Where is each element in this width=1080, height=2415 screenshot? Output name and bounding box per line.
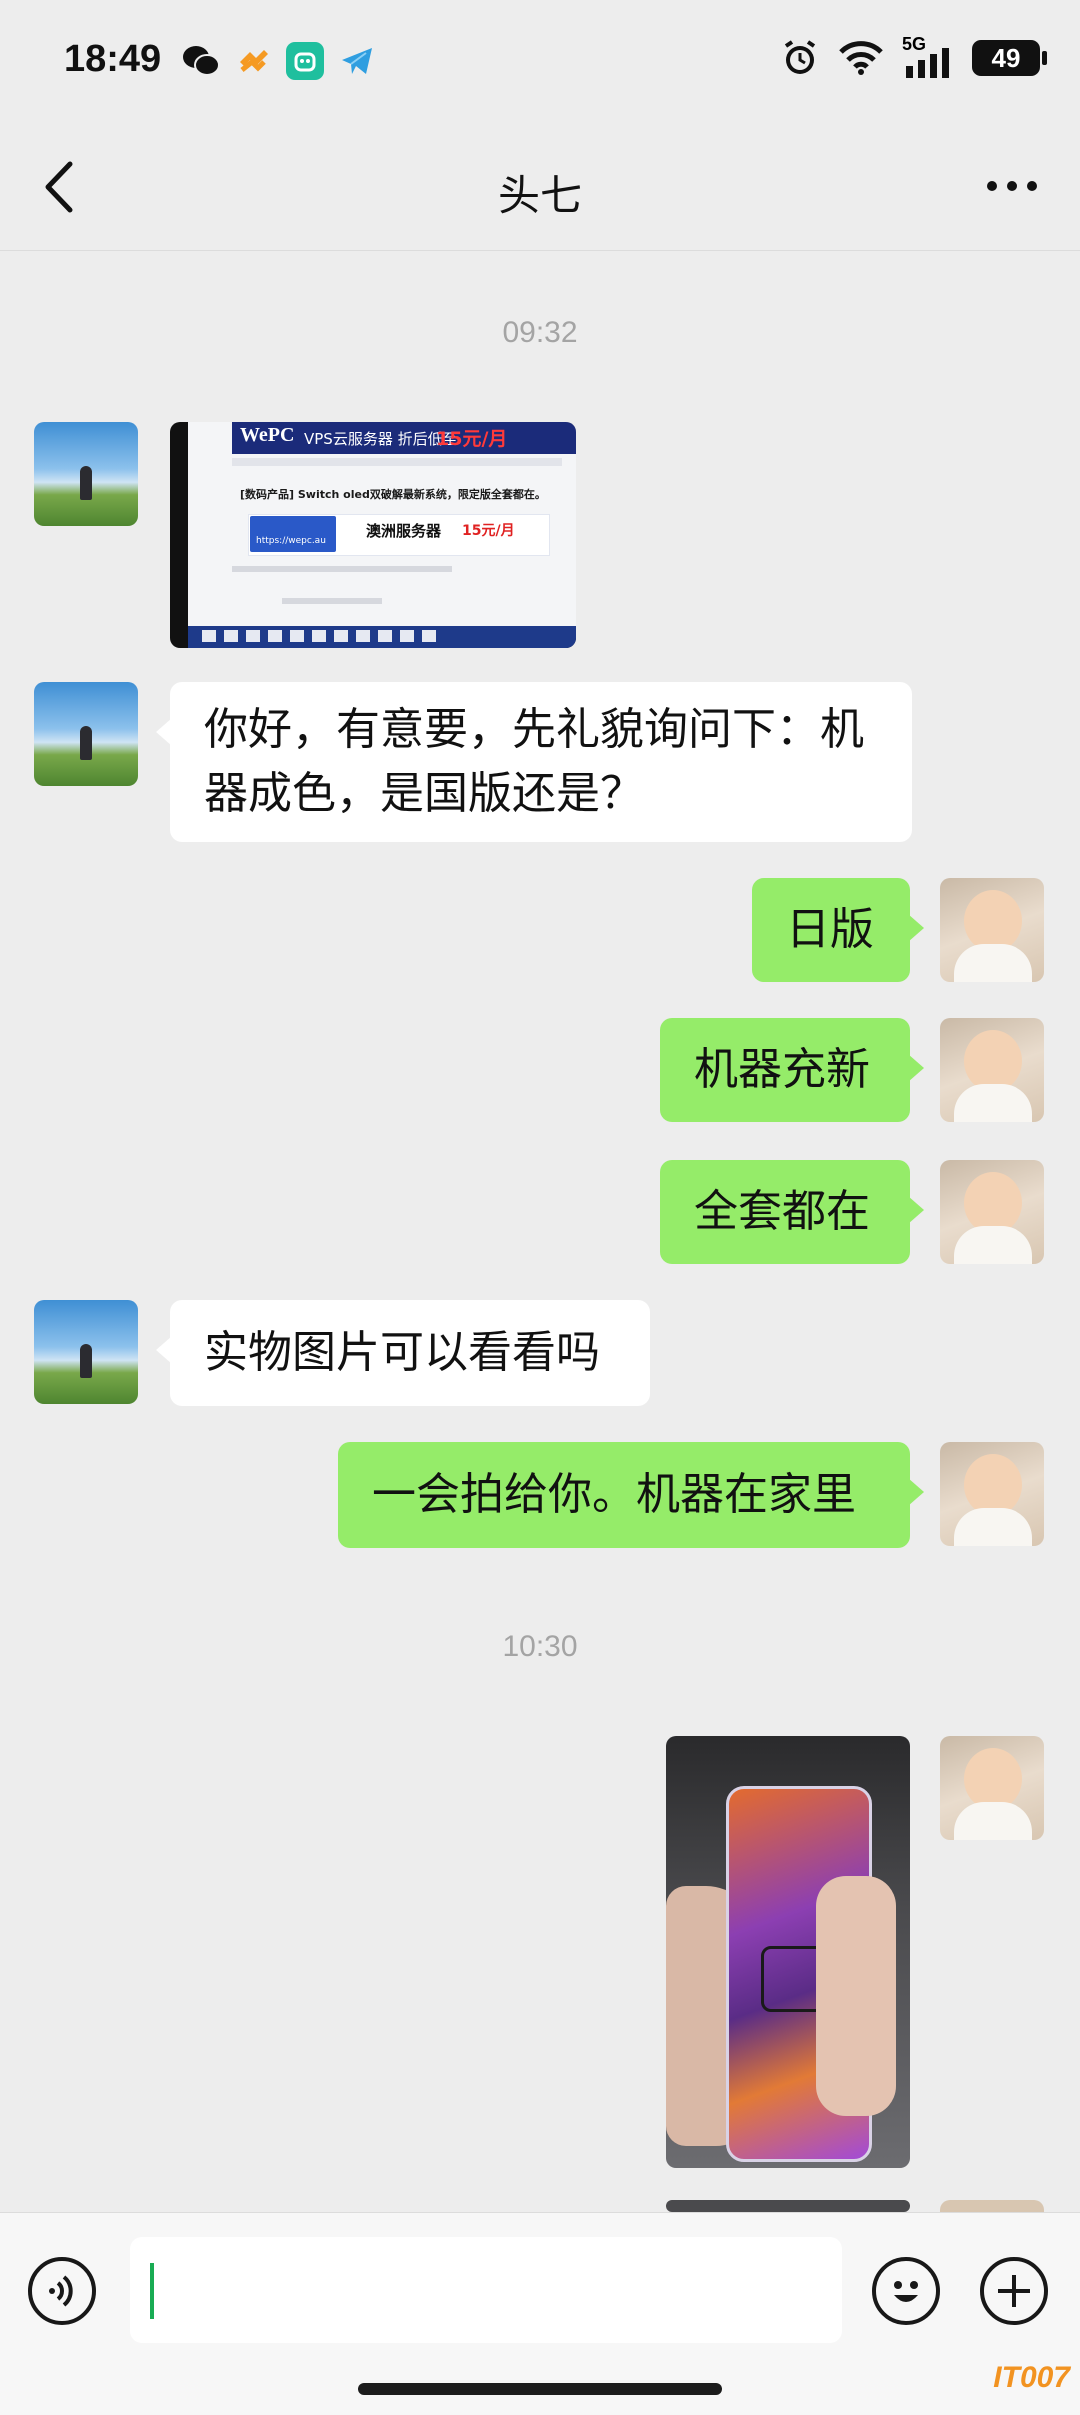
more-dots-icon — [987, 181, 1037, 191]
image-message[interactable] — [666, 1736, 910, 2168]
message-bubble[interactable]: 一会拍给你。机器在家里 — [338, 1442, 924, 1548]
alarm-icon — [784, 40, 816, 74]
post-title: [数码产品] Switch oled双破解最新系统，限定版全套都在。 — [240, 488, 546, 501]
message-bubble[interactable]: 全套都在 — [660, 1160, 924, 1264]
my-avatar[interactable] — [940, 878, 1044, 982]
ad-banner-price: 15元/月 — [462, 523, 515, 539]
chat-title: 头七 — [497, 171, 582, 220]
timestamp: 09:32 — [502, 316, 578, 349]
my-avatar[interactable] — [940, 1160, 1044, 1264]
telegram-icon — [338, 42, 376, 80]
status-right: 5G 49 — [780, 34, 1047, 78]
mi-home-icon — [286, 42, 324, 80]
timestamp: 10:30 — [502, 1630, 578, 1663]
emoji-button[interactable] — [872, 2257, 940, 2325]
signal-icon: 5G — [902, 34, 954, 78]
ad-price: 15元/月 — [436, 428, 508, 450]
message-bubble[interactable]: 实物图片可以看看吗 — [156, 1300, 650, 1406]
more-functions-button[interactable] — [980, 2257, 1048, 2325]
voice-icon — [49, 2275, 73, 2307]
chat-header: 头七 — [0, 120, 1080, 251]
ad-title: VPS云服务器 折后低至 — [304, 430, 458, 448]
status-app-icons — [182, 42, 376, 80]
message-bubble[interactable]: 日版 — [752, 878, 924, 982]
message-input[interactable] — [130, 2237, 842, 2343]
message-bubble[interactable]: 你好，有意要，先礼貌询问下：机 器成色，是国版还是？ — [156, 682, 912, 842]
message-text: 全套都在 — [694, 1186, 870, 1237]
my-avatar[interactable] — [940, 2200, 1044, 2212]
message-text: 器成色，是国版还是？ — [204, 768, 644, 819]
input-bar: IT007 — [0, 2212, 1080, 2415]
image-message[interactable]: WePC VPS云服务器 折后低至 15元/月 [数码产品] Switch ol… — [170, 422, 576, 648]
my-avatar[interactable] — [940, 1736, 1044, 1840]
text-caret — [150, 2263, 154, 2319]
wifi-icon — [839, 41, 883, 75]
more-button[interactable] — [984, 178, 1040, 194]
message-text: 一会拍给你。机器在家里 — [372, 1469, 856, 1520]
emoji-icon — [894, 2281, 918, 2302]
ad-brand: WePC — [240, 424, 295, 446]
message-bubble[interactable]: 机器充新 — [660, 1018, 924, 1122]
app-heart-icon — [234, 42, 272, 80]
wechat-icon — [182, 42, 220, 80]
my-avatar[interactable] — [940, 1018, 1044, 1122]
message-text: 你好，有意要，先礼貌询问下：机 — [204, 704, 864, 755]
contact-avatar[interactable] — [34, 682, 138, 786]
watermark: IT007 — [993, 2361, 1070, 2394]
image-message[interactable] — [666, 2200, 910, 2212]
message-text: 日版 — [786, 904, 874, 955]
battery-icon: 49 — [972, 40, 1047, 76]
my-avatar[interactable] — [940, 1442, 1044, 1546]
contact-avatar[interactable] — [34, 422, 138, 526]
voice-button[interactable] — [28, 2257, 96, 2325]
contact-avatar[interactable] — [34, 1300, 138, 1404]
home-indicator[interactable] — [358, 2383, 722, 2395]
plus-icon — [998, 2275, 1030, 2307]
ad-url: https://wepc.au — [256, 536, 326, 546]
battery-level: 49 — [991, 42, 1021, 73]
status-time: 18:49 — [64, 38, 162, 80]
ad-banner: 澳洲服务器 — [366, 522, 442, 540]
message-text: 机器充新 — [694, 1044, 870, 1095]
message-text: 实物图片可以看看吗 — [204, 1327, 600, 1378]
